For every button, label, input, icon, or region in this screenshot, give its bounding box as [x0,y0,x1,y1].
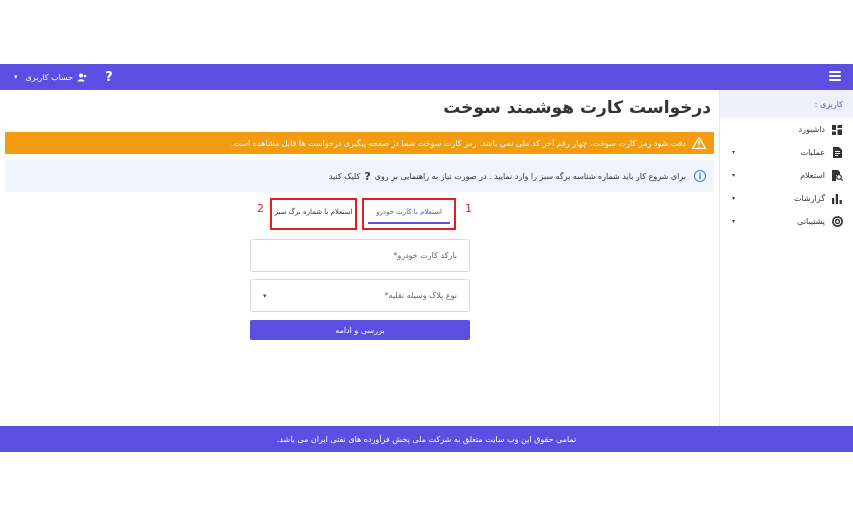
sidebar-item-reports[interactable]: گزارشات ▾ [720,187,853,210]
sidebar-item-support[interactable]: پشتیبانی ▾ [720,210,853,233]
sidebar-item-label: عملیات [800,148,825,157]
sidebar-header: کاربری : [720,90,853,118]
tab-inquiry-vehicle-card[interactable]: استعلام با کارت خودرو [362,198,456,230]
main-content: درخواست کارت هوشمند سوخت دقت شود رمز کار… [0,90,719,426]
chevron-down-icon[interactable]: ▾ [14,73,18,81]
submit-button[interactable]: بررسی و ادامه [250,320,470,340]
sidebar-item-label: گزارشات [794,194,825,203]
sidebar-item-label: داشبورد [798,125,825,134]
sidebar-item-dashboard[interactable]: داشبورد [720,118,853,141]
account-label: حساب کاربری [25,72,74,82]
plate-type-placeholder: نوع پلاک وسیله نقلیه* [384,291,457,300]
tab-label: استعلام با کارت خودرو [376,208,442,216]
user-group-icon [77,73,87,81]
barcode-placeholder: بارکد کارت خودرو* [393,251,457,260]
hamburger-menu-icon[interactable] [829,71,841,81]
chevron-down-icon: ▾ [732,195,736,202]
help-link[interactable]: کلیک کنید [329,172,360,181]
warning-text: دقت شود رمز کارت سوخت، چهار رقم آخر کد م… [230,138,686,148]
annotation-marker-1: 1 [465,202,472,215]
sidebar: کاربری : داشبورد عملیات ▾ استعلام ▾ گزار… [719,90,853,426]
sidebar-item-operations[interactable]: عملیات ▾ [720,141,853,164]
tab-inquiry-green-sheet[interactable]: استعلام با شماره برگ سبز [270,198,357,230]
topbar-actions: ▾ حساب کاربری ? [14,64,113,90]
search-document-icon [831,170,843,182]
dashboard-icon [831,124,843,136]
document-icon [831,147,843,159]
info-alert: i برای شروع کار باید شماره شناسه برگه سب… [5,160,714,192]
info-text: برای شروع کار باید شماره شناسه برگه سبز … [374,171,686,181]
annotation-marker-2: 2 [257,202,264,215]
chevron-down-icon: ▾ [732,218,736,225]
barcode-input[interactable]: بارکد کارت خودرو* [250,239,470,272]
info-icon: i [694,170,706,182]
chevron-down-icon: ▾ [732,149,736,156]
footer: تمامی حقوق این وب سایت متعلق به شرکت ملی… [0,426,853,452]
sidebar-item-label: پشتیبانی [797,217,825,226]
sidebar-item-inquiry[interactable]: استعلام ▾ [720,164,853,187]
warning-icon [692,137,706,149]
tab-label: استعلام با شماره برگ سبز [274,208,353,216]
top-navbar: ▾ حساب کاربری ? [0,64,853,90]
help-icon[interactable]: ? [105,70,113,85]
warning-alert: دقت شود رمز کارت سوخت، چهار رقم آخر کد م… [5,132,714,154]
page-title: درخواست کارت هوشمند سوخت [443,98,711,118]
chevron-down-icon: ▾ [732,172,736,179]
footer-text: تمامی حقوق این وب سایت متعلق به شرکت ملی… [276,434,577,444]
bar-chart-icon [831,193,843,205]
chevron-down-icon: ▾ [263,291,267,300]
plate-type-select[interactable]: نوع پلاک وسیله نقلیه* ▾ [250,279,470,312]
sidebar-item-label: استعلام [800,171,825,180]
active-tab-indicator [368,222,450,224]
question-icon[interactable]: ? [364,170,370,183]
account-menu[interactable]: حساب کاربری [26,73,88,82]
support-icon [831,216,843,228]
